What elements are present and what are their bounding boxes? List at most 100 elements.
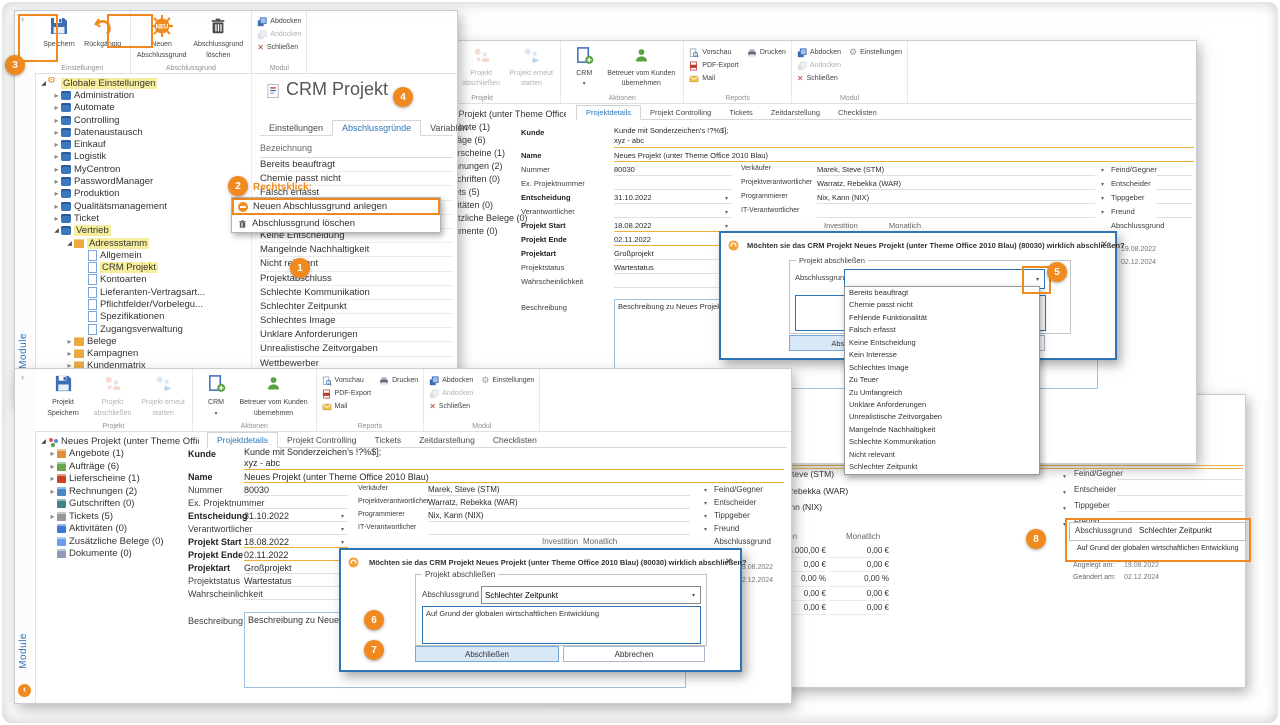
chevron-down-icon[interactable]: ▾: [583, 81, 586, 87]
tab[interactable]: Tickets: [720, 106, 761, 119]
tree-item[interactable]: Kontoarten: [37, 274, 249, 286]
tree-item[interactable]: Vertrieb: [37, 225, 249, 237]
list-item[interactable]: Projektabschluss: [260, 272, 453, 286]
reason-note-textarea[interactable]: Auf Grund der globalen wirtschaftlichen …: [422, 606, 701, 644]
chevron-down-icon[interactable]: ▾: [1031, 276, 1044, 283]
abdocken-button[interactable]: Abdocken: [797, 46, 841, 59]
tree-item[interactable]: Qualitätsmanagement: [37, 200, 249, 212]
tree-item[interactable]: Gutschriften (0): [39, 498, 199, 511]
projekt-erneut-starten-button[interactable]: Projekt erneut starten: [508, 43, 554, 89]
abschlussgrund-combobox[interactable]: Schlechter Zeitpunkt ▾: [481, 586, 701, 604]
tree-item[interactable]: Datenaustausch: [37, 126, 249, 138]
abschlussgrund-loeschen-button[interactable]: Abschlussgrund löschen: [191, 13, 245, 61]
chevron-down-icon[interactable]: ▾: [704, 526, 707, 533]
tree-item[interactable]: Globale Einstellungen: [37, 77, 249, 89]
list-item[interactable]: Schlechte Kommunikation: [260, 286, 453, 300]
betreuer-uebernehmen-button[interactable]: Betreuer vom Kunden übernehmen: [238, 371, 310, 419]
close-icon[interactable]: ✕: [1100, 239, 1108, 250]
dropdown-item[interactable]: Unrealistische Zeitvorgaben: [845, 411, 1039, 423]
dropdown-item[interactable]: Keine Entscheidung: [845, 337, 1039, 349]
chevron-down-icon[interactable]: ▾: [1063, 505, 1066, 512]
projekt-abschliessen-button[interactable]: Projekt abschließen: [458, 43, 504, 89]
pdf-export-button[interactable]: PDF-Export: [322, 387, 372, 400]
chevron-down-icon[interactable]: ▾: [1101, 167, 1104, 174]
collapse-circle-icon[interactable]: ‹: [18, 684, 31, 697]
dropdown-item[interactable]: Kein Interesse: [845, 349, 1039, 361]
andocken-button[interactable]: Andocken: [797, 59, 841, 72]
dropdown-item[interactable]: Schlechter Zeitpunkt: [845, 461, 1039, 473]
dropdown-item[interactable]: Falsch erfasst: [845, 324, 1039, 336]
list-item[interactable]: Bereits beauftragt: [260, 158, 453, 172]
dropdown-item[interactable]: Zu Teuer: [845, 374, 1039, 386]
mail-button[interactable]: Mail: [322, 400, 372, 413]
context-menu-delete-item[interactable]: Abschlussgrund löschen: [232, 215, 440, 232]
context-menu-new-item[interactable]: Neuen Abschlussgrund anlegen: [232, 198, 440, 215]
tab[interactable]: Abschlussgründe: [332, 120, 421, 136]
tree-item[interactable]: Zusätzliche Belege (0): [39, 535, 199, 548]
chevron-down-icon[interactable]: ▾: [704, 513, 707, 520]
close-icon[interactable]: ✕: [724, 556, 732, 567]
crm-button[interactable]: CRM▾: [567, 43, 601, 89]
tree-item[interactable]: Lieferscheine (1): [39, 473, 199, 486]
tree-item[interactable]: Belege: [37, 335, 249, 347]
dropdown-item[interactable]: Unklare Anforderungen: [845, 399, 1039, 411]
tree-item[interactable]: Controlling: [37, 114, 249, 126]
chevron-down-icon[interactable]: ▾: [1101, 209, 1104, 216]
tree-item[interactable]: Automate: [37, 102, 249, 114]
drucken-button[interactable]: Drucken: [747, 46, 786, 59]
chevron-down-icon[interactable]: ▾: [687, 592, 700, 599]
tree-item[interactable]: Aufträge (6): [39, 460, 199, 473]
tab[interactable]: Checklisten: [829, 106, 886, 119]
list-item[interactable]: Mangelnde Nachhaltigkeit: [260, 243, 453, 257]
tab[interactable]: Variablen: [421, 121, 476, 135]
tab[interactable]: Tickets: [365, 433, 410, 447]
dropdown-item[interactable]: Bereits beauftragt: [845, 287, 1039, 299]
tree-item[interactable]: Angebote (1): [39, 448, 199, 461]
crm-button[interactable]: CRM▾: [199, 371, 233, 419]
andocken-button[interactable]: Andocken: [257, 28, 301, 41]
betreuer-uebernehmen-button[interactable]: Betreuer vom Kunden übernehmen: [605, 43, 677, 89]
list-item[interactable]: Unrealistische Zeitvorgaben: [260, 342, 453, 356]
tab[interactable]: Zeitdarstellung: [410, 433, 484, 447]
chevron-down-icon[interactable]: ▾: [725, 209, 728, 216]
list-item[interactable]: Nicht relevant: [260, 257, 453, 271]
tree-item[interactable]: Ticket: [37, 212, 249, 224]
tree-item[interactable]: Allgemein: [37, 249, 249, 261]
dropdown-item[interactable]: Nicht relevant: [845, 449, 1039, 461]
tree-item[interactable]: Tickets (5): [39, 510, 199, 523]
tab[interactable]: Projektdetails: [576, 105, 641, 120]
dropdown-item[interactable]: Zu Umfangreich: [845, 387, 1039, 399]
einstellungen-button[interactable]: ⚙Einstellungen: [481, 374, 534, 387]
tree-item[interactable]: CRM Projekt: [37, 261, 249, 273]
splitter-arrow-icon[interactable]: ›: [21, 14, 24, 24]
tree-item[interactable]: Pflichtfelder/Vorbelegu...: [37, 298, 249, 310]
tree-item[interactable]: Lieferanten-Vertragsart...: [37, 286, 249, 298]
tree-root-project[interactable]: Neues Projekt (unter Theme Office...: [39, 435, 199, 448]
andocken-button[interactable]: Andocken: [429, 387, 473, 400]
tree-item[interactable]: PasswordManager: [37, 175, 249, 187]
chevron-down-icon[interactable]: ▾: [1063, 473, 1066, 480]
dropdown-item[interactable]: Schlechte Kommunikation: [845, 436, 1039, 448]
chevron-down-icon[interactable]: ▾: [725, 223, 728, 230]
tree-item[interactable]: MyCentron: [37, 163, 249, 175]
tree-item[interactable]: Produktion: [37, 188, 249, 200]
tab[interactable]: Projekt Controlling: [641, 106, 720, 119]
abschliessen-button[interactable]: Abschließen: [415, 646, 559, 662]
list-item[interactable]: Schlechter Zeitpunkt: [260, 300, 453, 314]
chevron-down-icon[interactable]: ▾: [725, 195, 728, 202]
mail-button[interactable]: Mail: [689, 72, 739, 85]
abbrechen-button[interactable]: Abbrechen: [563, 646, 705, 662]
speichern-button[interactable]: Speichern: [41, 13, 77, 49]
tree-item[interactable]: Aktivitäten (0): [39, 523, 199, 536]
tree-item[interactable]: Zugangsverwaltung: [37, 323, 249, 335]
tree-item[interactable]: Logistik: [37, 151, 249, 163]
tree-item[interactable]: Dokumente (0): [39, 548, 199, 561]
tree-item[interactable]: Einkauf: [37, 138, 249, 150]
pdf-export-button[interactable]: PDF-Export: [689, 59, 739, 72]
projekt-speichern-button[interactable]: Projekt Speichern: [41, 371, 85, 419]
dropdown-item[interactable]: Fehlende Funktionalität: [845, 312, 1039, 324]
tree-item[interactable]: Kampagnen: [37, 348, 249, 360]
schliessen-button[interactable]: ✕Schließen: [797, 72, 841, 85]
tab[interactable]: Checklisten: [484, 433, 546, 447]
tree-item[interactable]: Rechnungen (2): [39, 485, 199, 498]
